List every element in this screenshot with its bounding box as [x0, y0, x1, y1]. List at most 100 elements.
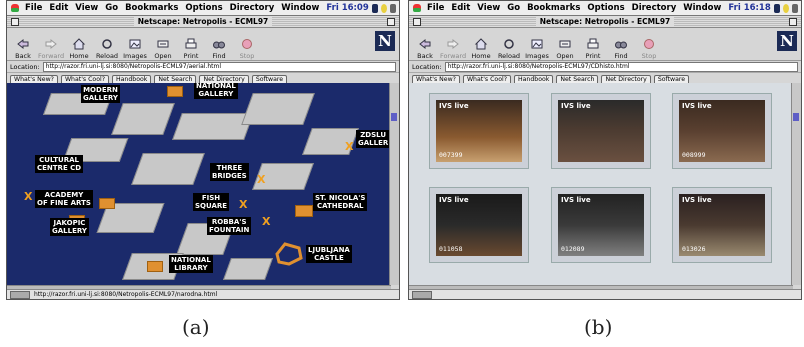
building-block [241, 93, 315, 125]
menubar-clock: Fri 16:09 [326, 3, 369, 13]
stop-button[interactable]: Stop [234, 38, 260, 60]
status-bar [409, 289, 801, 299]
menu-edit[interactable]: Edit [49, 3, 68, 13]
back-button[interactable]: Back [10, 38, 36, 60]
netscape-logo: N [777, 31, 797, 51]
stop-button[interactable]: Stop [636, 38, 662, 60]
window-titlebar[interactable]: Netscape: Netropolis - ECML97 [7, 16, 399, 28]
video-frame: IVS live 007399 [436, 100, 522, 162]
window-title: Netscape: Netropolis - ECML97 [535, 17, 675, 26]
location-field[interactable]: http://razor.fri.uni-lj.si:8080/Netropol… [444, 61, 798, 72]
location-marker-icon[interactable]: X [239, 198, 247, 211]
netscape-menu-icon[interactable] [773, 3, 780, 13]
netscape-menu-icon[interactable] [371, 3, 378, 13]
menu-bar: File Edit View Go Bookmarks Options Dire… [409, 1, 801, 16]
location-marker-icon[interactable]: X [257, 173, 265, 186]
map-label-modern-gallery[interactable]: MODERN GALLERY [81, 85, 120, 103]
map-label-cultural-centre[interactable]: CULTURAL CENTRE CD [35, 155, 84, 173]
map-label-three-bridges[interactable]: THREE BRIDGES [210, 163, 249, 181]
reload-button[interactable]: Reload [496, 38, 522, 60]
apple-menu-icon[interactable] [412, 3, 422, 13]
highlighted-building[interactable] [295, 205, 313, 217]
application-icon[interactable] [389, 3, 396, 13]
location-marker-icon[interactable]: X [262, 215, 270, 228]
back-button[interactable]: Back [412, 38, 438, 60]
map-label-jakopic-gallery[interactable]: JAKOPIC GALLERY [50, 218, 89, 236]
map-label-fish-square[interactable]: FISH SQUARE [193, 193, 230, 211]
map-label-academy-fine-arts[interactable]: ACADEMY OF FINE ARTS [35, 190, 93, 208]
highlighted-building[interactable] [99, 198, 115, 209]
browser-window-a: File Edit View Go Bookmarks Options Dire… [6, 0, 400, 300]
find-button[interactable]: Find [206, 38, 232, 60]
video-frame: IVS live [558, 100, 644, 162]
apple-menu-icon[interactable] [10, 3, 20, 13]
video-thumbnail[interactable]: IVS live 011058 [429, 187, 529, 263]
menu-edit[interactable]: Edit [451, 3, 470, 13]
video-thumbnail[interactable]: IVS live 012089 [551, 187, 651, 263]
menu-bookmarks[interactable]: Bookmarks [527, 3, 580, 13]
menu-view[interactable]: View [75, 3, 98, 13]
highlighted-building[interactable] [167, 86, 183, 97]
aerial-map-view[interactable]: X X X X X MODERN GALLERY NATIONAL GALLER… [7, 83, 391, 285]
menu-file[interactable]: File [427, 3, 444, 13]
vertical-scrollbar[interactable] [791, 83, 801, 285]
location-field[interactable]: http://razor.fri.uni-lj.si:8080/Netropol… [42, 61, 396, 72]
video-thumbnail[interactable]: IVS live 008999 [672, 93, 772, 169]
forward-button[interactable]: Forward [440, 38, 466, 60]
scroll-thumb[interactable] [391, 113, 397, 121]
application-icon[interactable] [791, 3, 798, 13]
help-icon[interactable] [782, 3, 789, 13]
zoom-box-icon[interactable] [387, 18, 395, 26]
menu-go[interactable]: Go [507, 3, 520, 13]
home-button[interactable]: Home [468, 38, 494, 60]
castle-outline[interactable] [273, 240, 305, 266]
back-arrow-icon [17, 38, 29, 50]
images-button[interactable]: Images [122, 38, 148, 60]
window-titlebar[interactable]: Netscape: Netropolis - ECML97 [409, 16, 801, 28]
menu-directory[interactable]: Directory [632, 3, 677, 13]
print-button[interactable]: Print [580, 38, 606, 60]
video-frame: IVS live 013026 [679, 194, 765, 256]
highlighted-building[interactable] [147, 261, 163, 272]
open-button[interactable]: Open [552, 38, 578, 60]
zoom-box-icon[interactable] [789, 18, 797, 26]
security-key-icon [10, 290, 30, 299]
vertical-scrollbar[interactable] [389, 83, 399, 285]
home-button[interactable]: Home [66, 38, 92, 60]
status-bar: http://razor.fri.uni-lj.si:8080/Netropol… [7, 289, 399, 299]
forward-button[interactable]: Forward [38, 38, 64, 60]
menu-view[interactable]: View [477, 3, 500, 13]
video-thumbnail[interactable]: IVS live 013026 [672, 187, 772, 263]
menu-bookmarks[interactable]: Bookmarks [125, 3, 178, 13]
help-icon[interactable] [380, 3, 387, 13]
map-label-st-nicolas-cathedral[interactable]: ST. NICOLA'S CATHEDRAL [313, 193, 368, 211]
open-button[interactable]: Open [150, 38, 176, 60]
menu-window[interactable]: Window [683, 3, 721, 13]
menu-directory[interactable]: Directory [230, 3, 275, 13]
images-button[interactable]: Images [524, 38, 550, 60]
map-label-robbas-fountain[interactable]: ROBBA'S FOUNTAIN [207, 217, 252, 235]
location-marker-icon[interactable]: X [345, 140, 353, 153]
menu-window[interactable]: Window [281, 3, 319, 13]
print-button[interactable]: Print [178, 38, 204, 60]
map-label-zdslu-gallery[interactable]: ZDSLU GALLER [356, 130, 391, 148]
menu-options[interactable]: Options [185, 3, 222, 13]
map-label-ljubljana-castle[interactable]: LJUBLJANA CASTLE [306, 245, 352, 263]
location-bar: Location: http://razor.fri.uni-lj.si:808… [409, 61, 801, 73]
video-thumbnail[interactable]: IVS live [551, 93, 651, 169]
find-button[interactable]: Find [608, 38, 634, 60]
reload-button[interactable]: Reload [94, 38, 120, 60]
close-box-icon[interactable] [11, 18, 19, 26]
menu-options[interactable]: Options [587, 3, 624, 13]
location-marker-icon[interactable]: X [24, 190, 32, 203]
building-block [222, 258, 274, 280]
close-box-icon[interactable] [413, 18, 421, 26]
menu-go[interactable]: Go [105, 3, 118, 13]
map-label-national-library[interactable]: NATIONAL LIBRARY [169, 255, 213, 273]
map-label-national-gallery[interactable]: NATIONAL GALLERY [194, 83, 238, 99]
forward-arrow-icon [45, 38, 57, 50]
video-gallery-view: IVS live 007399 IVS live IVS live 008999… [409, 83, 793, 285]
scroll-thumb[interactable] [793, 113, 799, 121]
menu-file[interactable]: File [25, 3, 42, 13]
video-thumbnail[interactable]: IVS live 007399 [429, 93, 529, 169]
